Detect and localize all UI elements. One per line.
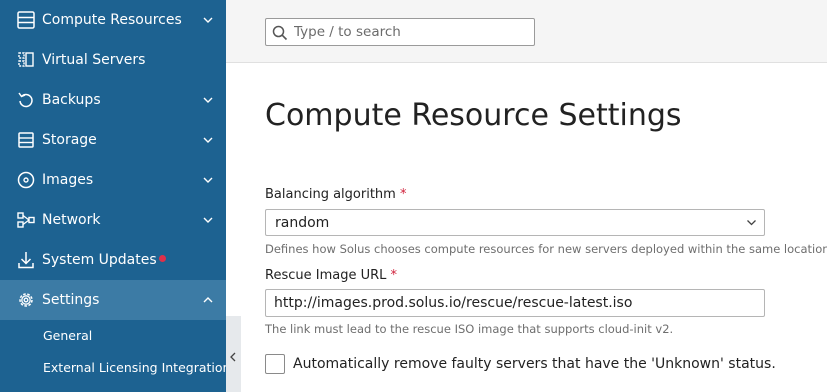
- page-title: Compute Resource Settings: [265, 98, 682, 133]
- sidebar-item-label: System Updates: [42, 252, 157, 268]
- sidebar-item-label: Settings: [42, 292, 100, 308]
- chevron-down-icon: [203, 177, 213, 183]
- sidebar-subitem-external-licensing[interactable]: External Licensing Integrations: [43, 359, 237, 377]
- sidebar-item-network[interactable]: Network: [0, 200, 226, 240]
- rescue-image-url-hint: The link must lead to the rescue ISO ima…: [265, 322, 674, 336]
- chevron-up-icon: [203, 297, 213, 303]
- sidebar-item-label: Images: [42, 172, 94, 188]
- auto-remove-faulty-checkbox[interactable]: [265, 354, 285, 374]
- network-icon: [17, 212, 35, 228]
- sidebar-item-label: Storage: [42, 132, 97, 148]
- chevron-down-icon: [203, 217, 213, 223]
- storage-icon: [18, 132, 34, 148]
- chevron-left-icon: [230, 352, 236, 362]
- sidebar-item-images[interactable]: Images: [0, 160, 226, 200]
- search-box[interactable]: [265, 18, 535, 46]
- app: Compute Resources Virtual Servers Backup…: [0, 0, 827, 392]
- chevron-down-icon: [747, 220, 756, 226]
- server-list-icon: [17, 11, 35, 29]
- required-mark: *: [390, 268, 398, 283]
- sidebar-item-virtual-servers[interactable]: Virtual Servers: [0, 40, 226, 80]
- balancing-algorithm-select[interactable]: random: [265, 209, 765, 236]
- sidebar-item-label: Virtual Servers: [42, 52, 146, 68]
- balancing-algorithm-label: Balancing algorithm *: [265, 187, 406, 203]
- auto-remove-faulty-label[interactable]: Automatically remove faulty servers that…: [293, 356, 776, 373]
- sidebar-item-backups[interactable]: Backups: [0, 80, 226, 120]
- sidebar-item-compute-resources[interactable]: Compute Resources: [0, 0, 226, 40]
- chevron-down-icon: [203, 137, 213, 143]
- balancing-algorithm-hint: Defines how Solus chooses compute resour…: [265, 242, 827, 256]
- sidebar-item-system-updates[interactable]: System Updates: [0, 240, 226, 280]
- rescue-image-url-input[interactable]: [265, 289, 765, 317]
- update-indicator-dot: [159, 255, 166, 262]
- sidebar-item-label: Compute Resources: [42, 12, 182, 28]
- sidebar-subitem-general[interactable]: General: [43, 327, 92, 345]
- rescue-label-text: Rescue Image URL: [265, 268, 387, 283]
- select-value: random: [275, 215, 330, 231]
- rescue-image-url-label: Rescue Image URL *: [265, 268, 397, 284]
- sidebar-item-settings[interactable]: Settings: [0, 280, 226, 320]
- search-input[interactable]: [294, 22, 530, 42]
- download-icon: [18, 252, 34, 269]
- gear-icon: [19, 293, 33, 307]
- virtual-server-icon: [18, 52, 34, 67]
- balancing-label-text: Balancing algorithm: [265, 187, 396, 202]
- sidebar-item-label: Backups: [42, 92, 101, 108]
- sidebar-collapse-toggle[interactable]: [226, 316, 241, 392]
- chevron-down-icon: [203, 97, 213, 103]
- sidebar-item-label: Network: [42, 212, 101, 228]
- search-icon: [272, 25, 288, 41]
- sidebar: Compute Resources Virtual Servers Backup…: [0, 0, 237, 392]
- disc-icon: [17, 171, 35, 189]
- chevron-down-icon: [203, 17, 213, 23]
- sidebar-item-storage[interactable]: Storage: [0, 120, 226, 160]
- required-mark: *: [399, 187, 407, 202]
- backup-icon: [18, 92, 33, 108]
